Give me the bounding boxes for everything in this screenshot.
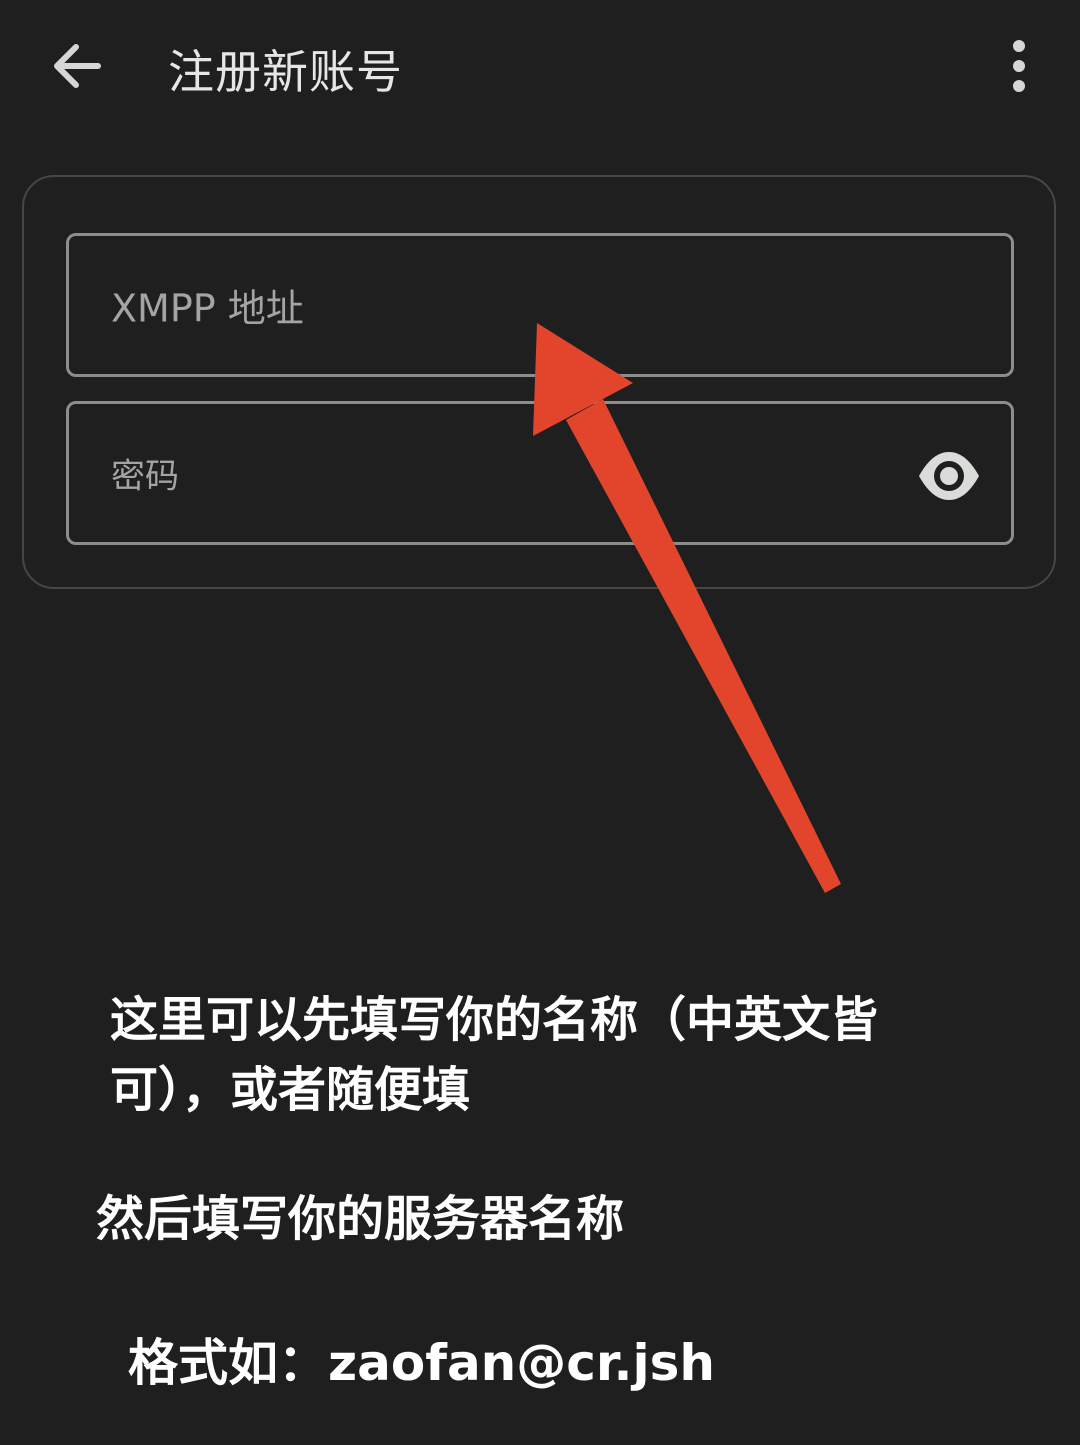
toggle-password-visibility-button[interactable] <box>917 444 981 508</box>
password-field[interactable]: 密码 <box>66 401 1014 545</box>
xmpp-address-placeholder: XMPP 地址 <box>111 286 304 331</box>
annotation-text-line-3: 然后填写你的服务器名称 <box>96 1191 625 1247</box>
page-title: 注册新账号 <box>168 45 403 99</box>
more-vert-icon <box>1013 40 1025 92</box>
annotation-text-line-4: 格式如：zaofan@cr.jsh <box>128 1334 715 1392</box>
password-placeholder: 密码 <box>111 456 179 497</box>
app-bar: 注册新账号 <box>0 0 1080 135</box>
eye-icon <box>919 452 979 500</box>
xmpp-address-field[interactable]: XMPP 地址 <box>66 233 1014 377</box>
more-options-button[interactable] <box>990 30 1048 102</box>
annotation-text-line-1: 这里可以先填写你的名称（中英文皆 <box>110 992 879 1048</box>
arrow-left-icon <box>54 44 101 88</box>
annotation-text-line-2: 可），或者随便填 <box>110 1062 471 1118</box>
back-button[interactable] <box>46 30 110 102</box>
